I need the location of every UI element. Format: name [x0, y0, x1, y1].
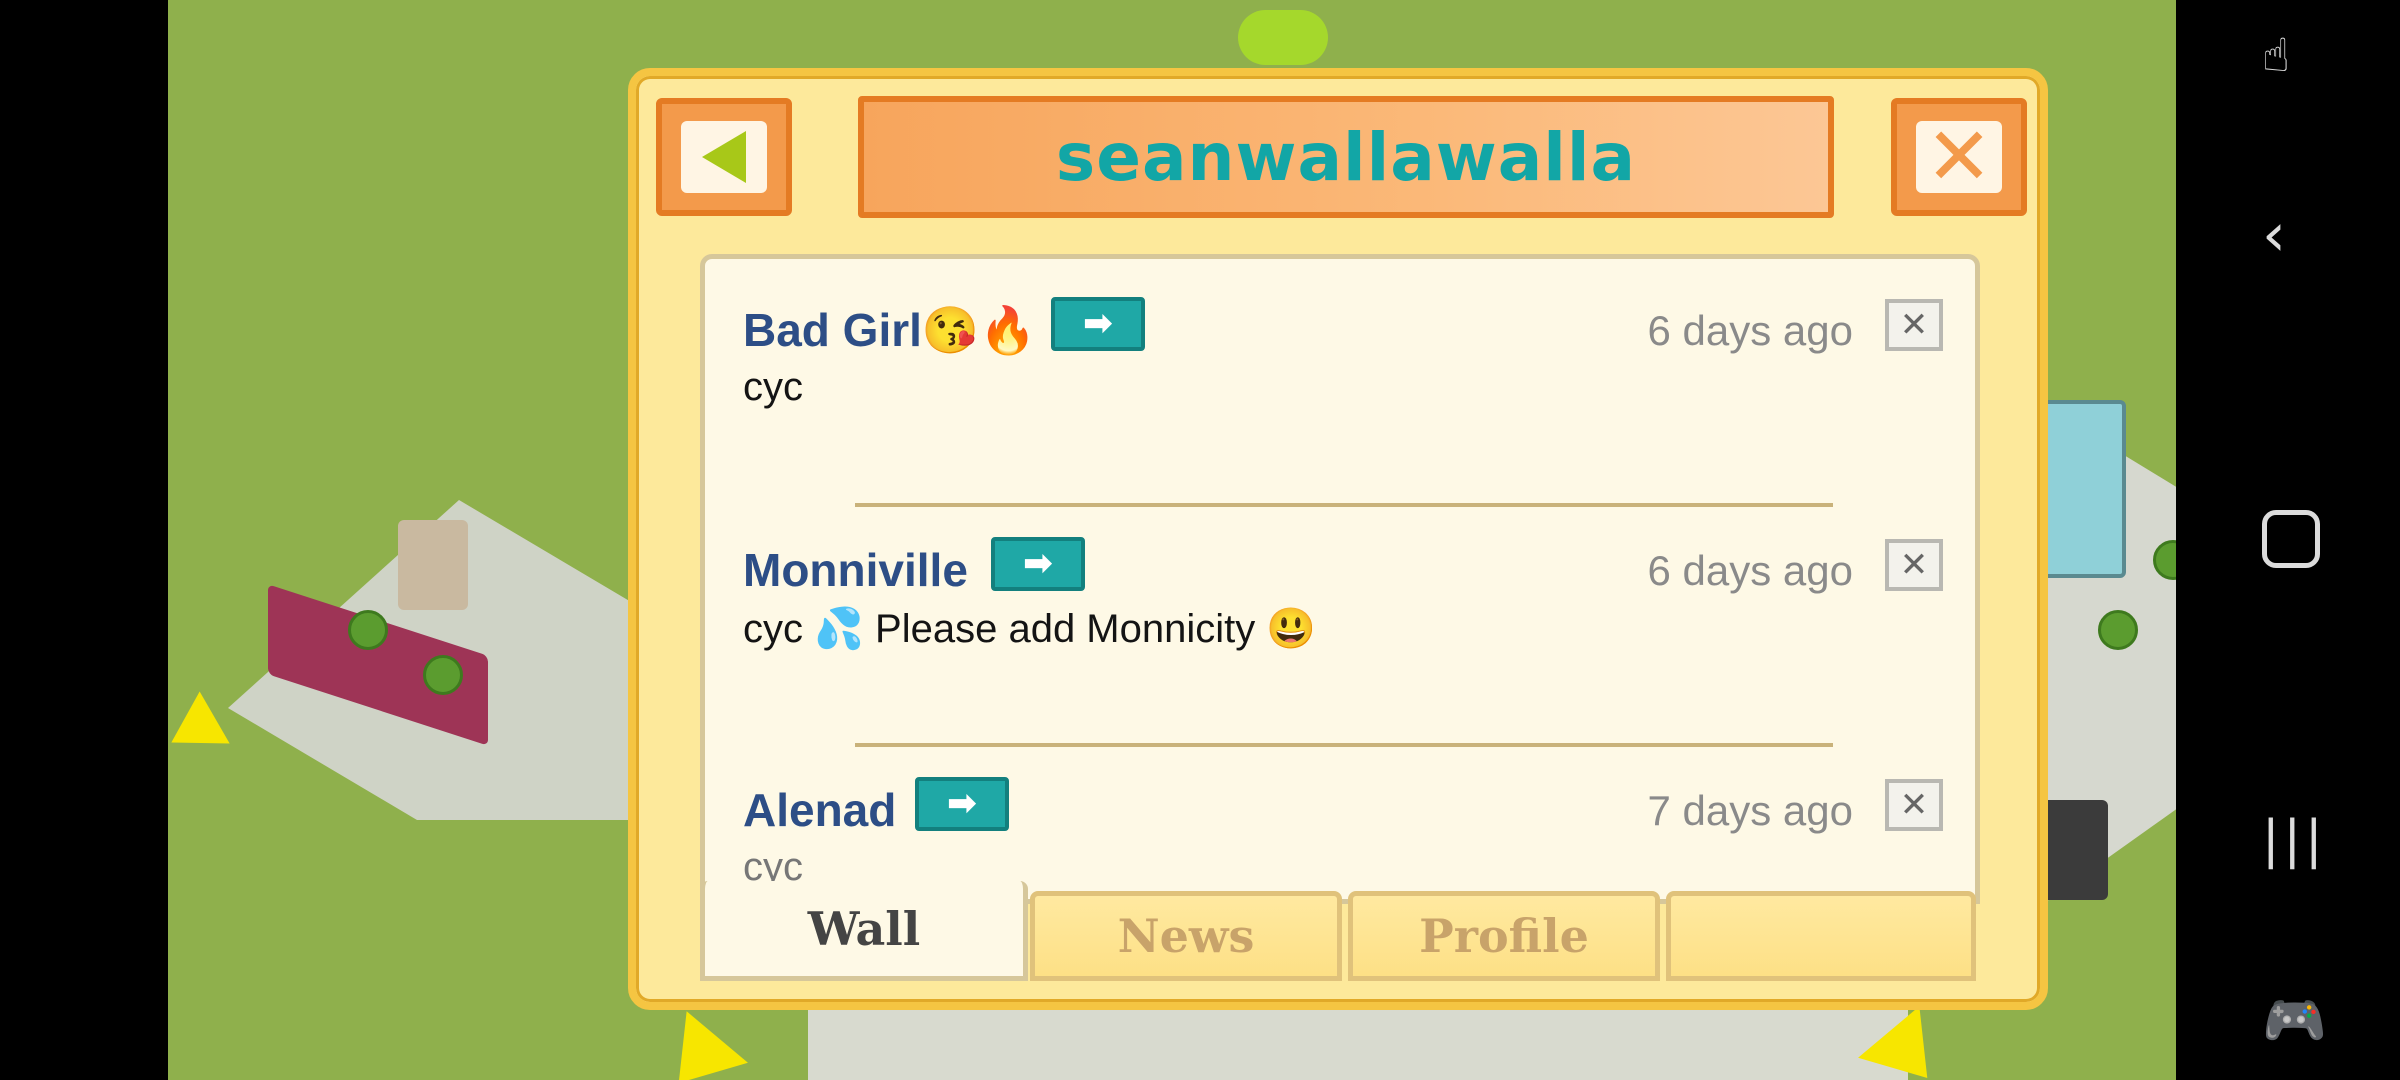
- delete-post-button[interactable]: ✕: [1885, 779, 1943, 831]
- arrow-right-icon: ➡: [946, 783, 978, 824]
- delete-post-button[interactable]: ✕: [1885, 539, 1943, 591]
- scroll-down-left-arrow-icon[interactable]: [648, 1011, 748, 1080]
- arrow-right-icon: ➡: [1022, 543, 1054, 584]
- close-button[interactable]: ✕: [1891, 98, 2027, 216]
- back-button[interactable]: [656, 98, 792, 216]
- post-author: Bad Girl😘🔥: [743, 304, 1037, 356]
- tree: [423, 655, 463, 695]
- delete-x-icon: ✕: [1899, 785, 1929, 825]
- tab-news[interactable]: News: [1030, 891, 1342, 981]
- post-divider: [855, 743, 1833, 747]
- visit-city-button[interactable]: ➡: [915, 777, 1009, 831]
- delete-post-button[interactable]: ✕: [1885, 299, 1943, 351]
- arrow-right-icon: ➡: [1082, 303, 1114, 344]
- back-triangle-icon: [702, 131, 746, 183]
- visit-city-button[interactable]: ➡: [1051, 297, 1145, 351]
- post-message: cyc 💦 Please add Monnicity 😃: [743, 607, 1317, 651]
- post-author: Alenad: [743, 784, 897, 836]
- game-controller-icon[interactable]: 🎮: [2262, 990, 2327, 1051]
- post-message: cyc: [743, 365, 803, 409]
- post-time: 7 days ago: [1647, 787, 1854, 834]
- tree: [2098, 610, 2138, 650]
- tree: [348, 610, 388, 650]
- screenshot-touch-icon[interactable]: ☝: [2262, 28, 2290, 82]
- delete-x-icon: ✕: [1899, 545, 1929, 585]
- game-viewport[interactable]: seanwallawalla ✕ Bad Girl😘🔥 ➡ 6 days ago…: [168, 0, 2176, 1080]
- tree-decoration: [1238, 10, 1328, 65]
- title-bar: seanwallawalla: [858, 96, 1834, 218]
- tab-wall[interactable]: Wall: [700, 881, 1028, 981]
- wall-feed[interactable]: Bad Girl😘🔥 ➡ 6 days ago ✕ cyc Monniville…: [700, 254, 1980, 904]
- profile-dialog: seanwallawalla ✕ Bad Girl😘🔥 ➡ 6 days ago…: [628, 68, 2048, 1010]
- post-time: 6 days ago: [1647, 547, 1854, 594]
- tab-empty[interactable]: [1666, 891, 1976, 981]
- visit-city-button[interactable]: ➡: [991, 537, 1085, 591]
- home-icon[interactable]: [2262, 510, 2320, 568]
- tab-bar: Wall News Profile: [700, 881, 1980, 991]
- scroll-left-arrow-icon[interactable]: [168, 691, 230, 769]
- back-icon[interactable]: ‹: [2262, 200, 2286, 270]
- post-time: 6 days ago: [1647, 307, 1854, 354]
- dialog-title: seanwallawalla: [1055, 118, 1637, 196]
- close-x-icon: ✕: [1925, 110, 1993, 203]
- small-building: [398, 520, 468, 610]
- tab-profile[interactable]: Profile: [1348, 891, 1660, 981]
- recents-icon[interactable]: |||: [2262, 810, 2327, 870]
- android-nav-bar: ☝ ‹ ||| 🎮: [2176, 0, 2400, 1080]
- post-divider: [855, 503, 1833, 507]
- delete-x-icon: ✕: [1899, 305, 1929, 345]
- post-author: Monniville: [743, 544, 968, 596]
